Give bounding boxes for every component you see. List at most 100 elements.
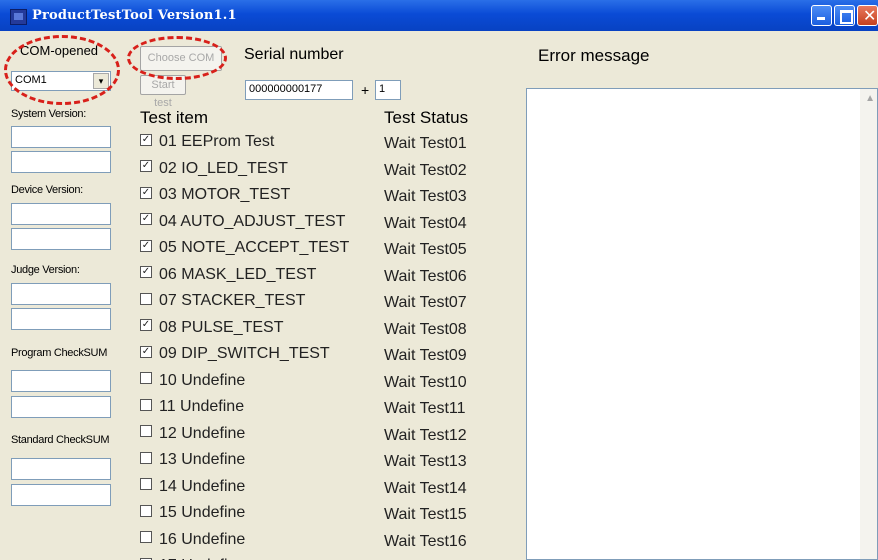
- test-checkbox[interactable]: [140, 372, 152, 385]
- test-item-row[interactable]: ✓ 02 IO_LED_TEST: [140, 160, 288, 182]
- test-item-label: 08 PULSE_TEST: [159, 318, 284, 336]
- test-item-row[interactable]: 13 Undefine: [140, 451, 245, 473]
- test-item-label: 14 Undefine: [159, 477, 246, 495]
- test-checkbox[interactable]: ✓: [140, 160, 152, 173]
- test-item-label: 04 AUTO_ADJUST_TEST: [159, 212, 346, 230]
- test-item-row[interactable]: ✓ 09 DIP_SWITCH_TEST: [140, 345, 330, 367]
- title-bar[interactable]: ProductTestTool Version1.1 ✕: [0, 0, 878, 31]
- device-version-field-2[interactable]: [11, 228, 111, 250]
- test-item-row[interactable]: 14 Undefine: [140, 478, 245, 500]
- test-checkbox[interactable]: ✓: [140, 345, 152, 358]
- maximize-button[interactable]: [834, 5, 855, 26]
- test-checkbox[interactable]: ✓: [140, 239, 152, 252]
- test-checkbox[interactable]: [140, 425, 152, 438]
- test-checkbox[interactable]: ✓: [140, 133, 152, 146]
- serial-increment-input[interactable]: 1: [375, 80, 401, 100]
- standard-checksum-field-1[interactable]: [11, 458, 111, 480]
- test-item-row[interactable]: 12 Undefine: [140, 425, 245, 447]
- judge-version-field-1[interactable]: [11, 283, 111, 305]
- minimize-button[interactable]: [811, 5, 832, 26]
- test-status-label: Wait Test11: [384, 400, 466, 417]
- test-checkbox[interactable]: ✓: [140, 266, 152, 279]
- close-icon: ✕: [863, 6, 877, 25]
- test-status-label: Wait Test10: [384, 373, 467, 391]
- test-item-row[interactable]: 15 Undefine: [140, 504, 245, 526]
- test-item-label: 09 DIP_SWITCH_TEST: [159, 345, 330, 362]
- test-status-label: Wait Test13: [384, 453, 467, 470]
- test-item-row[interactable]: ✓ 01 EEProm Test: [140, 133, 274, 155]
- test-checkbox[interactable]: [140, 398, 152, 411]
- test-checkbox[interactable]: ✓: [140, 213, 152, 226]
- test-checkbox[interactable]: [140, 292, 152, 305]
- test-status-label: Wait Test12: [384, 426, 467, 444]
- test-item-label: 07 STACKER_TEST: [159, 292, 306, 309]
- test-status-label: Wait Test08: [384, 320, 467, 338]
- serial-number-label: Serial number: [244, 46, 344, 63]
- test-checkbox[interactable]: [140, 451, 152, 464]
- app-window: ProductTestTool Version1.1 ✕ COM-opened …: [0, 0, 878, 560]
- test-item-label: 03 MOTOR_TEST: [159, 186, 291, 203]
- annotation-ring-choose-com: [127, 36, 227, 80]
- test-status-label: Wait Test05: [384, 241, 467, 258]
- system-version-label: System Version:: [11, 108, 86, 120]
- error-message-header: Error message: [538, 46, 650, 65]
- test-status-label: Wait Test03: [384, 188, 467, 205]
- standard-checksum-label: Standard CheckSUM: [11, 434, 110, 446]
- minimize-icon: [817, 17, 825, 20]
- test-item-row[interactable]: 10 Undefine: [140, 372, 245, 394]
- test-checkbox[interactable]: ✓: [140, 186, 152, 199]
- test-status-label: Wait Test09: [384, 347, 467, 364]
- judge-version-label: Judge Version:: [11, 264, 80, 276]
- scrollbar[interactable]: ▲: [860, 89, 877, 559]
- test-status-label: Wait Test15: [384, 506, 467, 523]
- system-version-field-1[interactable]: [11, 126, 111, 148]
- test-item-label: 02 IO_LED_TEST: [159, 159, 288, 177]
- standard-checksum-field-2[interactable]: [11, 484, 111, 506]
- serial-number-input[interactable]: 000000000177: [245, 80, 353, 100]
- program-checksum-label: Program CheckSUM: [11, 347, 108, 359]
- test-item-label: 11 Undefine: [159, 398, 245, 415]
- test-checkbox[interactable]: ✓: [140, 319, 152, 332]
- test-status-label: Wait Test04: [384, 214, 467, 232]
- test-item-label: 10 Undefine: [159, 371, 246, 389]
- test-status-label: Wait Test07: [384, 294, 467, 311]
- test-item-label: 01 EEProm Test: [159, 133, 275, 150]
- test-item-row[interactable]: ✓ 03 MOTOR_TEST: [140, 186, 290, 208]
- test-item-label: 15 Undefine: [159, 504, 246, 521]
- device-version-field-1[interactable]: [11, 203, 111, 225]
- test-item-label: 12 Undefine: [159, 424, 246, 442]
- test-item-row[interactable]: 16 Undefine: [140, 531, 245, 553]
- test-checkbox[interactable]: [140, 478, 152, 491]
- test-status-label: Wait Test06: [384, 267, 467, 285]
- program-checksum-field-1[interactable]: [11, 370, 111, 392]
- test-item-label: 13 Undefine: [159, 451, 246, 468]
- scroll-up-icon[interactable]: ▲: [865, 93, 875, 104]
- program-checksum-field-2[interactable]: [11, 396, 111, 418]
- judge-version-field-2[interactable]: [11, 308, 111, 330]
- app-icon: [10, 9, 27, 25]
- test-item-row[interactable]: 07 STACKER_TEST: [140, 292, 305, 314]
- increment-plus-label: +: [361, 82, 370, 98]
- test-item-row[interactable]: 11 Undefine: [140, 398, 244, 420]
- device-version-label: Device Version:: [11, 184, 83, 196]
- test-item-row[interactable]: ✓ 06 MASK_LED_TEST: [140, 266, 316, 288]
- test-item-label: 05 NOTE_ACCEPT_TEST: [159, 239, 350, 256]
- maximize-icon: [840, 10, 853, 24]
- test-item-row[interactable]: ✓ 05 NOTE_ACCEPT_TEST: [140, 239, 349, 261]
- test-item-label: 06 MASK_LED_TEST: [159, 265, 317, 283]
- test-checkbox[interactable]: [140, 504, 152, 517]
- test-checkbox[interactable]: [140, 531, 152, 544]
- test-status-label: Wait Test02: [384, 161, 467, 179]
- close-button[interactable]: ✕: [857, 5, 878, 26]
- test-item-row[interactable]: ✓ 04 AUTO_ADJUST_TEST: [140, 213, 345, 235]
- test-item-label: 16 Undefine: [159, 530, 246, 548]
- test-item-header: Test item: [140, 108, 209, 127]
- annotation-ring-com: [4, 35, 120, 105]
- error-message-textarea[interactable]: ▲: [526, 88, 878, 560]
- test-status-label: Wait Test16: [384, 532, 467, 550]
- test-status-label: Wait Test01: [384, 135, 467, 152]
- system-version-field-2[interactable]: [11, 151, 111, 173]
- test-item-row[interactable]: ✓ 08 PULSE_TEST: [140, 319, 284, 341]
- window-title: ProductTestTool Version1.1: [32, 8, 237, 23]
- test-status-label: Wait Test14: [384, 479, 467, 497]
